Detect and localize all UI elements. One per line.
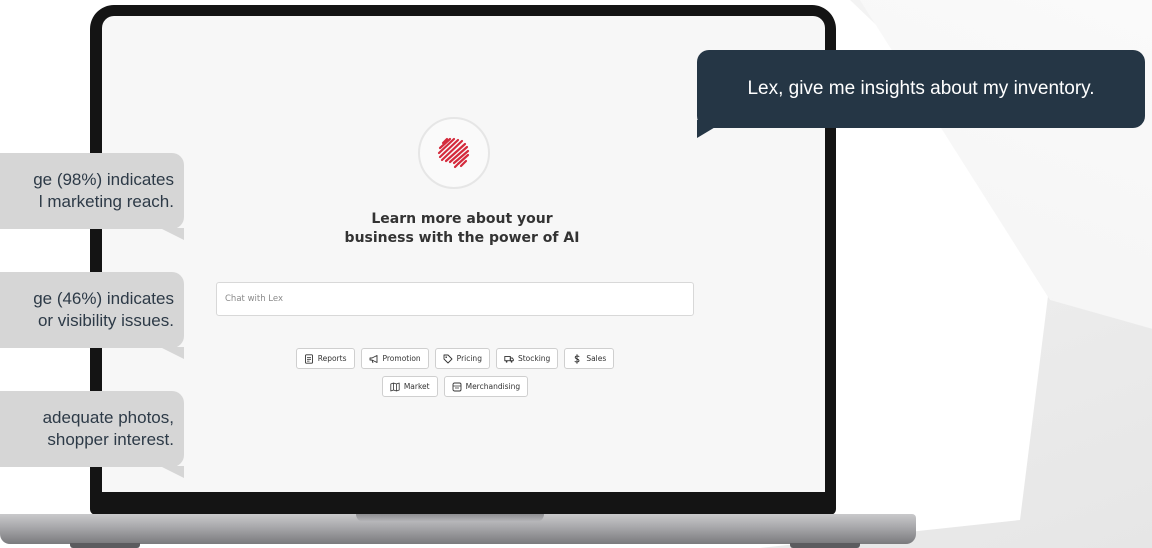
user-prompt-text: Lex, give me insights about my inventory… — [747, 78, 1095, 99]
chip-stocking[interactable]: Stocking — [495, 348, 559, 369]
megaphone-icon — [369, 354, 379, 364]
chip-pricing[interactable]: Pricing — [434, 348, 490, 369]
hero-headline: Learn more about your business with the … — [262, 210, 662, 248]
truck-icon — [504, 354, 514, 364]
chip-label: Stocking — [517, 354, 551, 363]
chat-input[interactable] — [216, 282, 694, 316]
lex-logo — [418, 117, 490, 189]
insight-1-line-2: l marketing reach. — [38, 192, 174, 211]
chip-label: Merchandising — [465, 382, 521, 391]
headline-line-1: Learn more about your — [371, 211, 553, 227]
brain-logo-icon — [437, 137, 470, 169]
insight-3-line-1: adequate photos, — [42, 408, 174, 427]
insight-3-line-2: shopper interest. — [47, 430, 174, 449]
laptop-foot-right — [790, 543, 860, 548]
chip-label: Promotion — [382, 354, 421, 363]
insight-bubble-1: ge (98%) indicates l marketing reach. — [0, 153, 184, 229]
chip-label: Reports — [317, 354, 347, 363]
chip-merchandising[interactable]: Merchandising — [443, 376, 529, 397]
chip-sales[interactable]: Sales — [564, 348, 615, 369]
storefront-icon — [452, 382, 462, 392]
chip-market[interactable]: Market — [381, 376, 438, 397]
user-prompt-bubble: Lex, give me insights about my inventory… — [697, 50, 1145, 128]
dollar-icon — [572, 353, 582, 364]
chip-label: Sales — [586, 354, 607, 363]
insight-bubble-2: ge (46%) indicates or visibility issues. — [0, 272, 184, 348]
chip-label: Market — [403, 382, 430, 391]
insight-2-line-1: ge (46%) indicates — [33, 289, 174, 308]
report-icon — [304, 353, 314, 364]
insight-1-line-1: ge (98%) indicates — [33, 170, 174, 189]
map-icon — [390, 382, 400, 392]
suggestion-row-2: Market Merchandising — [216, 376, 694, 397]
insight-bubble-3: adequate photos, shopper interest. — [0, 391, 184, 467]
chip-reports[interactable]: Reports — [295, 348, 355, 369]
insight-2-line-2: or visibility issues. — [37, 311, 174, 330]
tag-icon — [443, 354, 453, 364]
headline-line-2: business with the power of AI — [344, 230, 580, 246]
laptop-foot-left — [70, 543, 140, 548]
chip-label: Pricing — [456, 354, 482, 363]
chip-promotion[interactable]: Promotion — [360, 348, 429, 369]
suggestion-row-1: Reports Promotion Pricing Stocking Sales — [216, 348, 694, 369]
laptop-notch — [356, 514, 544, 522]
